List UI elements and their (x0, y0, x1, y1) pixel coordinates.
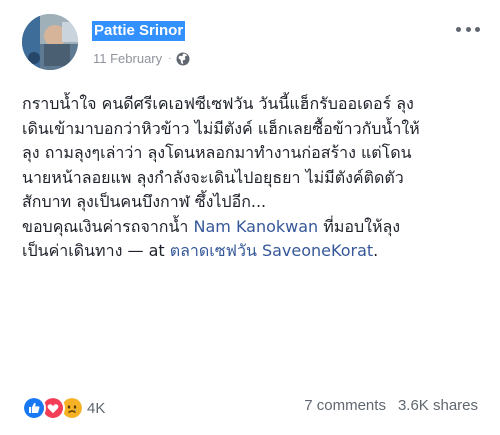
thanks-prefix: ขอบคุณเงินค่ารถจากน้ำ (22, 216, 194, 236)
thanks-line: ขอบคุณเงินค่ารถจากน้ำ Nam Kanokwan ที่มอ… (22, 215, 490, 240)
post-date[interactable]: 11 February (93, 51, 162, 66)
author-name[interactable]: Pattie Srinor (92, 21, 186, 41)
avatar-photo (22, 14, 78, 70)
thanks-suffix: ที่มอบให้ลุง (318, 216, 401, 236)
tagged-person-link[interactable]: Nam Kanokwan (194, 217, 319, 236)
post-line: กราบน้ำใจ คนดีศรีเคเอฟซีเซฟวัน วันนี้แฮ็… (22, 94, 414, 113)
reaction-count: 4K (87, 399, 106, 417)
post-line: นายหน้าลอยแพ ลุงกำลังจะเดินไปอยุธยา ไม่ม… (22, 167, 404, 187)
post-line: สักบาท ลุงเป็นคนบึงกาฬ ซึ้งไปอีก... (22, 192, 267, 211)
like-icon (22, 396, 46, 420)
avatar[interactable] (22, 14, 78, 70)
shares-link[interactable]: 3.6K shares (398, 397, 478, 414)
post-line: เดินเข้ามาบอกว่าหิวข้าว ไม่มีตังค์ แฮ็กเ… (22, 118, 420, 138)
meta-separator: · (168, 53, 172, 64)
location-line: เป็นค่าเดินทาง — at ตลาดเซฟวัน SaveoneKo… (22, 239, 490, 264)
reaction-icons (22, 396, 84, 420)
post-text: กราบน้ำใจ คนดีศรีเคเอฟซีเซฟวัน วันนี้แฮ็… (22, 92, 490, 264)
post-card: Pattie Srinor 11 February · กราบน้ำใจ คน… (0, 0, 500, 435)
dot-icon (465, 26, 471, 32)
globe-icon[interactable] (176, 52, 190, 66)
dot-icon (456, 26, 461, 32)
post-meta: 11 February · (93, 51, 190, 66)
comments-link[interactable]: 7 comments (304, 397, 386, 414)
more-options-button[interactable] (456, 22, 480, 36)
post-line: ลุง ถามลุงๆเล่าว่า ลุงโดนหลอกมาทำงานก่อส… (22, 143, 412, 162)
engagement-counts: 7 comments 3.6K shares (304, 397, 478, 414)
location-tail: . (373, 241, 379, 260)
location-link[interactable]: ตลาดเซฟวัน SaveoneKorat (170, 241, 373, 260)
dot-icon (475, 26, 480, 32)
reactions-summary[interactable]: 4K (22, 396, 105, 420)
location-prefix: เป็นค่าเดินทาง — at (22, 241, 170, 260)
